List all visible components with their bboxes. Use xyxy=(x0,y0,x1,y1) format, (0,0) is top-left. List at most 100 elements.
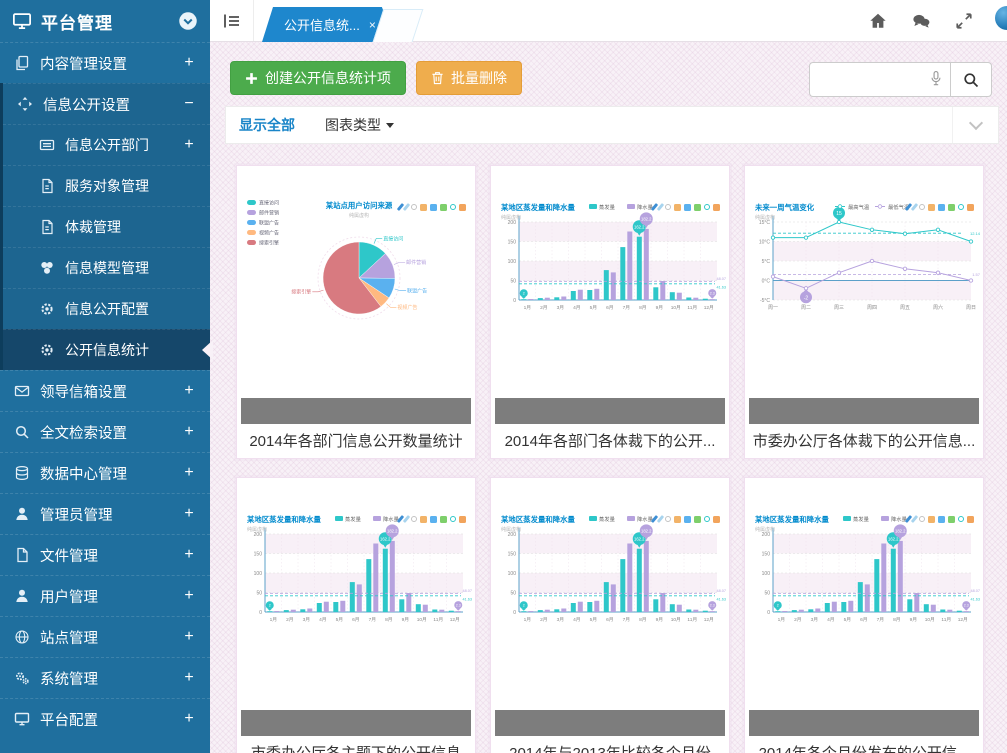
card-title[interactable]: 市委办公厅各体裁下的公开信息... xyxy=(747,424,981,458)
card-grip-bar[interactable] xyxy=(241,710,471,736)
magic-type-bar-icon[interactable] xyxy=(694,516,701,523)
magic-type-line-icon[interactable] xyxy=(430,516,437,523)
mark-clear-icon[interactable] xyxy=(665,516,671,522)
magic-type-line-icon[interactable] xyxy=(684,516,691,523)
chart-card[interactable]: 0501001502001月2月3月4月5月6月7月8月9月10月11月12月4… xyxy=(744,477,984,753)
sidebar-item-service-object-management[interactable]: 服务对象管理 xyxy=(3,165,210,206)
create-statistics-item-button[interactable]: 创建公开信息统计项 xyxy=(230,61,406,95)
restore-icon[interactable] xyxy=(958,516,964,522)
home-icon[interactable] xyxy=(869,12,887,30)
chart-card[interactable]: 直接访问邮件营销联盟广告视频广告搜索引擎直接访问邮件营销联盟广告视频广告搜索引擎… xyxy=(236,165,476,459)
sidebar-item-genre-management[interactable]: 体裁管理 xyxy=(3,206,210,247)
svg-text:7月: 7月 xyxy=(623,305,630,311)
restore-icon[interactable] xyxy=(450,516,456,522)
sidebar-item-platform-config[interactable]: 平台配置 + xyxy=(0,698,210,739)
restore-icon[interactable] xyxy=(450,204,456,210)
restore-icon[interactable] xyxy=(704,204,710,210)
magic-type-line-icon[interactable] xyxy=(938,516,945,523)
sidebar-item-file-management[interactable]: 文件管理 + xyxy=(0,534,210,575)
tab-close-icon[interactable]: × xyxy=(369,18,376,32)
data-view-icon[interactable] xyxy=(420,516,427,523)
save-image-icon[interactable] xyxy=(967,516,974,523)
sidebar-item-public-info-statistics[interactable]: 公开信息统计 xyxy=(3,329,210,370)
sidebar-group-info-disclosure: 信息公开设置 − 信息公开部门 + 服务对象管理 体裁管理 信息模型管理 信息公… xyxy=(0,83,210,370)
mark-clear-icon[interactable] xyxy=(665,204,671,210)
data-view-icon[interactable] xyxy=(420,204,427,211)
card-title[interactable]: 2014年各部门各体裁下的公开... xyxy=(493,424,727,458)
sidebar-item-info-disclosure-config[interactable]: 信息公开配置 xyxy=(3,288,210,329)
show-all-link[interactable]: 显示全部 xyxy=(239,115,295,135)
search-button[interactable] xyxy=(950,62,992,97)
save-image-icon[interactable] xyxy=(459,204,466,211)
mark-clear-icon[interactable] xyxy=(411,204,417,210)
card-title[interactable]: 2014年各个月份发布的公开信... xyxy=(747,736,981,753)
collapse-circle-icon[interactable] xyxy=(178,11,198,31)
card-grip-bar[interactable] xyxy=(749,710,979,736)
save-image-icon[interactable] xyxy=(967,204,974,211)
data-view-icon[interactable] xyxy=(674,516,681,523)
card-grip-bar[interactable] xyxy=(241,398,471,424)
chart-toolbox xyxy=(653,515,720,523)
svg-text:纯属虚构: 纯属虚构 xyxy=(755,526,775,533)
restore-icon[interactable] xyxy=(704,516,710,522)
sidebar-item-info-disclosure-settings[interactable]: 信息公开设置 − xyxy=(3,83,210,124)
chart-card[interactable]: -5°C0°C5°C10°C15°C周一周二周三周四周五周六周日12.14151… xyxy=(744,165,984,459)
svg-text:9月: 9月 xyxy=(402,617,409,623)
card-grip-bar[interactable] xyxy=(495,398,725,424)
mark-clear-icon[interactable] xyxy=(919,516,925,522)
restore-icon[interactable] xyxy=(958,204,964,210)
microphone-icon[interactable] xyxy=(929,70,943,88)
card-grip-bar[interactable] xyxy=(749,398,979,424)
card-title[interactable]: 市委办公厅各主题下的公开信息 xyxy=(239,736,473,753)
panel-collapse-button[interactable] xyxy=(952,107,998,143)
svg-text:9月: 9月 xyxy=(656,305,663,311)
data-view-icon[interactable] xyxy=(674,204,681,211)
chart-card[interactable]: 0501001502001月2月3月4月5月6月7月8月9月10月11月12月4… xyxy=(236,477,476,753)
sidebar-item-user-management[interactable]: 用户管理 + xyxy=(0,575,210,616)
sidebar-item-system-management[interactable]: 系统管理 + xyxy=(0,657,210,698)
app-title: 平台管理 xyxy=(41,9,178,34)
mark-clear-icon[interactable] xyxy=(919,204,925,210)
card-title[interactable]: 2014年与2013年比较各个月份 xyxy=(493,736,727,753)
magic-type-line-icon[interactable] xyxy=(430,204,437,211)
magic-type-line-icon[interactable] xyxy=(684,204,691,211)
magic-type-bar-icon[interactable] xyxy=(694,204,701,211)
card-title[interactable]: 2014年各部门信息公开数量统计 xyxy=(239,424,473,458)
sidebar-item-info-disclosure-dept[interactable]: 信息公开部门 + xyxy=(3,124,210,165)
sidebar-item-info-model-management[interactable]: 信息模型管理 xyxy=(3,247,210,288)
sidebar-item-fulltext-search-settings[interactable]: 全文检索设置 + xyxy=(0,411,210,452)
sidebar-toggle-button[interactable] xyxy=(210,0,254,41)
card-grip-bar[interactable] xyxy=(495,710,725,736)
magic-type-bar-icon[interactable] xyxy=(948,516,955,523)
data-view-icon[interactable] xyxy=(928,204,935,211)
batch-delete-button[interactable]: 批量删除 xyxy=(416,61,522,95)
sidebar-item-admin-management[interactable]: 管理员管理 + xyxy=(0,493,210,534)
sidebar-item-content-management[interactable]: 内容管理设置 + xyxy=(0,42,210,83)
magic-type-bar-icon[interactable] xyxy=(948,204,955,211)
chart-type-dropdown[interactable]: 图表类型 xyxy=(325,115,394,135)
magic-type-bar-icon[interactable] xyxy=(440,516,447,523)
svg-text:0: 0 xyxy=(513,298,516,304)
sidebar-item-leader-mailbox-settings[interactable]: 领导信箱设置 + xyxy=(0,370,210,411)
svg-text:12月: 12月 xyxy=(704,617,714,623)
svg-text:5月: 5月 xyxy=(844,617,851,623)
save-image-icon[interactable] xyxy=(713,516,720,523)
chat-icon[interactable] xyxy=(912,12,930,30)
svg-text:48.07: 48.07 xyxy=(716,589,726,593)
sidebar-item-site-management[interactable]: 站点管理 + xyxy=(0,616,210,657)
platform-monitor-icon xyxy=(12,11,32,31)
corner-ball-button[interactable] xyxy=(995,6,1007,30)
save-image-icon[interactable] xyxy=(459,516,466,523)
save-image-icon[interactable] xyxy=(713,204,720,211)
magic-type-line-icon[interactable] xyxy=(938,204,945,211)
data-view-icon[interactable] xyxy=(928,516,935,523)
svg-text:-5°C: -5°C xyxy=(760,298,770,304)
chart-card[interactable]: 0501001502001月2月3月4月5月6月7月8月9月10月11月12月4… xyxy=(490,165,730,459)
magic-type-bar-icon[interactable] xyxy=(440,204,447,211)
expand-icon[interactable] xyxy=(955,12,973,30)
caret-down-icon xyxy=(386,123,394,128)
mark-clear-icon[interactable] xyxy=(411,516,417,522)
chart-card[interactable]: 0501001502001月2月3月4月5月6月7月8月9月10月11月12月4… xyxy=(490,477,730,753)
gears-icon xyxy=(14,670,30,686)
sidebar-item-data-center-management[interactable]: 数据中心管理 + xyxy=(0,452,210,493)
